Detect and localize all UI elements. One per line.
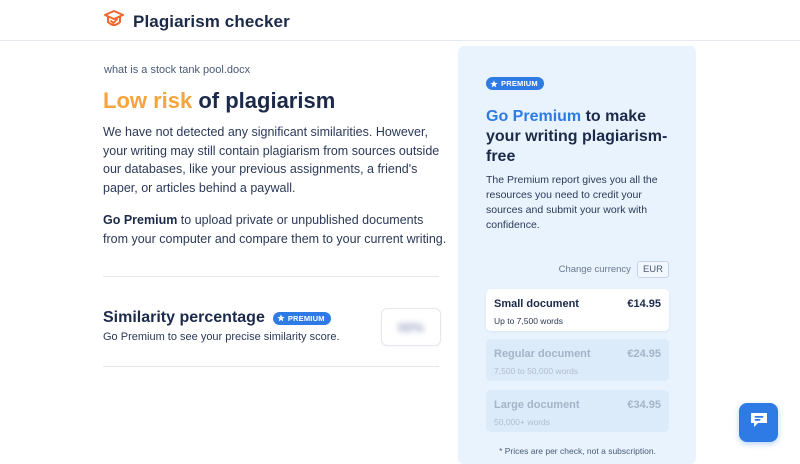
star-icon (490, 79, 498, 87)
chat-bubble-icon (748, 409, 770, 436)
app-title: Plagiarism checker (133, 11, 290, 31)
plan-name: Small document (494, 298, 579, 310)
premium-badge-label: PREMIUM (501, 79, 538, 88)
blurred-score: 00% (397, 319, 425, 335)
risk-level: Low risk (103, 88, 193, 113)
plan-price: €24.95 (627, 348, 661, 360)
change-currency-label: Change currency (558, 264, 631, 275)
premium-badge: PREMIUM (486, 77, 544, 90)
premium-badge-label: PREMIUM (287, 313, 325, 323)
plan-name: Regular document (494, 348, 591, 360)
plan-option-regular[interactable]: Regular document €24.95 7,500 to 50,000 … (486, 339, 669, 381)
result-explanation: We have not detected any significant sim… (103, 125, 440, 195)
headline-rest: of plagiarism (192, 88, 336, 113)
section-divider (103, 276, 439, 277)
premium-panel: PREMIUM Go Premium to make your writing … (458, 46, 696, 464)
top-bar: Plagiarism checker (0, 0, 800, 41)
plan-word-range: 7,500 to 50,000 words (494, 366, 579, 376)
go-premium-paragraph: Go Premium to upload private or unpublis… (103, 211, 448, 248)
graduation-cap-shield-icon (103, 8, 125, 35)
premium-badge: PREMIUM (272, 311, 331, 325)
premium-panel-title: Go Premium to make your writing plagiari… (486, 107, 676, 167)
pricing-note: * Prices are per check, not a subscripti… (499, 446, 656, 456)
plan-word-range: 50,000+ words (494, 417, 550, 427)
plan-price: €14.95 (627, 298, 661, 310)
plan-name: Large document (494, 399, 580, 411)
similarity-score-blurred[interactable]: 00% (381, 308, 441, 346)
document-filename: what is a stock tank pool.docx (104, 64, 251, 76)
similarity-subtitle: Go Premium to see your precise similarit… (103, 331, 340, 343)
plan-option-large[interactable]: Large document €34.95 50,000+ words (486, 390, 669, 432)
similarity-heading: Similarity percentage PREMIUM (103, 309, 331, 327)
go-premium-accent: Go Premium (486, 108, 582, 125)
plan-word-range: Up to 7,500 words (494, 316, 563, 326)
plan-option-small[interactable]: Small document €14.95 Up to 7,500 words (486, 289, 669, 331)
premium-panel-description: The Premium report gives you all the res… (486, 174, 658, 231)
currency-dropdown[interactable]: EUR (636, 261, 669, 278)
star-icon (277, 314, 285, 322)
plan-price: €34.95 (627, 399, 661, 411)
currency-selector: Change currency EUR (559, 261, 669, 278)
chat-button[interactable] (739, 403, 778, 442)
similarity-title: Similarity percentage (103, 309, 265, 326)
section-divider-bottom (103, 366, 439, 367)
go-premium-link-text[interactable]: Go Premium (103, 213, 177, 227)
result-headline: Low risk of plagiarism (103, 88, 335, 114)
app-logo[interactable]: Plagiarism checker (103, 8, 290, 35)
